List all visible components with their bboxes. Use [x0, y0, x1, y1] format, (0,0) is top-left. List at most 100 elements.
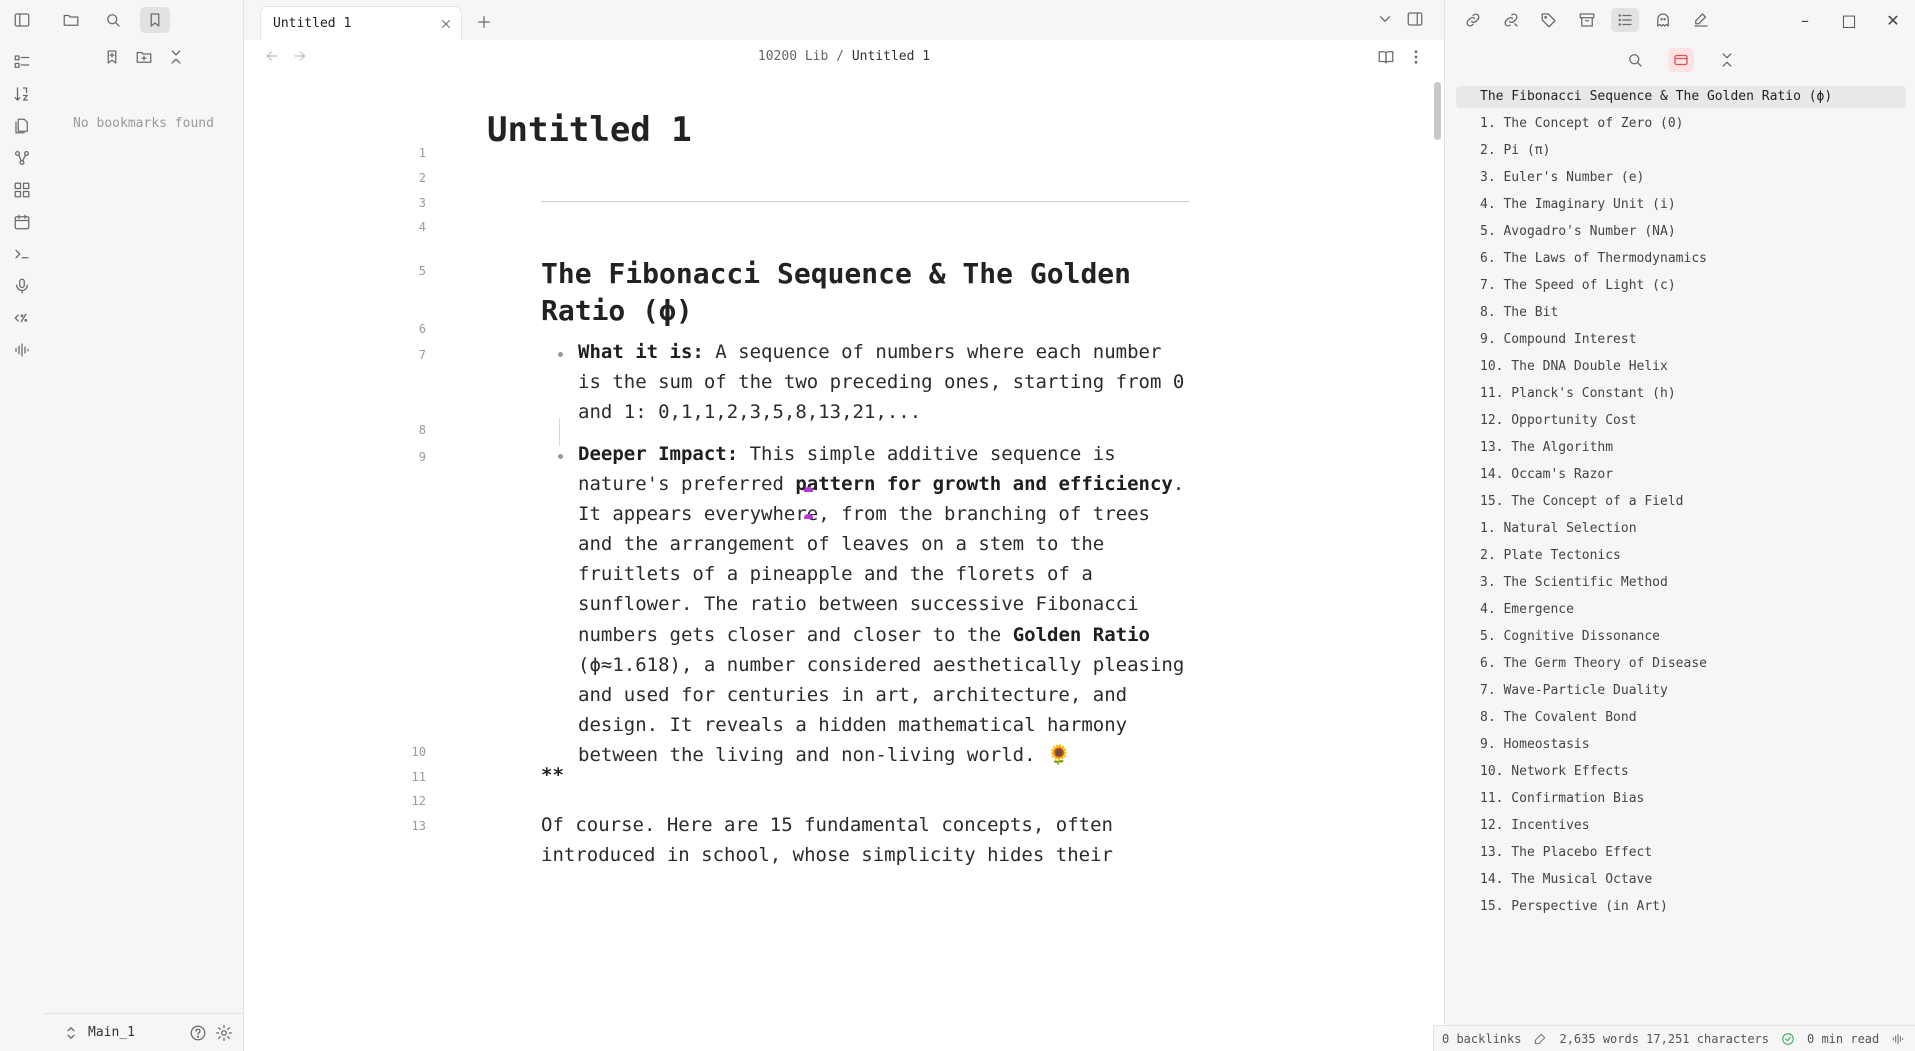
outline-item[interactable]: 10. The DNA Double Helix — [1456, 356, 1906, 383]
close-window-button[interactable]: ✕ — [1871, 0, 1915, 40]
pencil-icon[interactable] — [1533, 1032, 1547, 1046]
outline-item[interactable]: 13. The Placebo Effect — [1456, 842, 1906, 869]
line-number: 7 — [418, 348, 426, 362]
backlinks-count[interactable]: 0 backlinks — [1442, 1032, 1521, 1046]
toggle-left-sidebar-icon[interactable] — [13, 11, 31, 29]
vault-switcher: Main_1 — [44, 1013, 243, 1051]
editor-pane: 10200 Lib / Untitled 1 Untitled 1 1 2 3 … — [244, 40, 1444, 1051]
help-icon[interactable] — [189, 1024, 207, 1042]
new-tab-plus-icon[interactable] — [472, 10, 496, 34]
outline-list: The Fibonacci Sequence & The Golden Rati… — [1456, 86, 1906, 923]
outline-item[interactable]: 9. Compound Interest — [1456, 329, 1906, 356]
outline-item[interactable]: 7. Wave-Particle Duality — [1456, 680, 1906, 707]
sort-numbers-icon[interactable] — [13, 85, 31, 103]
search-icon[interactable] — [98, 7, 128, 33]
outgoing-links-icon[interactable] — [1497, 8, 1525, 32]
maximize-button[interactable]: □ — [1827, 0, 1871, 40]
bullet-paragraph-deeper-impact[interactable]: Deeper Impact: This simple additive sequ… — [578, 439, 1188, 770]
new-folder-icon[interactable] — [135, 48, 153, 66]
close-tab-icon[interactable] — [439, 17, 453, 31]
tab-untitled-1[interactable]: Untitled 1 — [260, 6, 462, 40]
intro-paragraph[interactable]: Of course. Here are 15 fundamental conce… — [541, 810, 1161, 870]
paragraph-text: (ϕ≈1.618), a number considered aesthetic… — [578, 653, 1185, 766]
audio-waveform-icon[interactable] — [1891, 1032, 1905, 1046]
archive-icon[interactable] — [1573, 8, 1601, 32]
folder-icon[interactable] — [56, 7, 86, 33]
tags-icon[interactable] — [1535, 8, 1563, 32]
outline-item[interactable]: 3. Euler's Number (e) — [1456, 167, 1906, 194]
bullet-dot — [558, 352, 563, 357]
outline-view-icon[interactable] — [13, 53, 31, 71]
outline-item[interactable]: 4. The Imaginary Unit (i) — [1456, 194, 1906, 221]
breadcrumb-folder[interactable]: 10200 Lib — [758, 49, 828, 64]
microphone-icon[interactable] — [13, 277, 31, 295]
outline-item[interactable]: 12. Opportunity Cost — [1456, 410, 1906, 437]
breadcrumb-current[interactable]: Untitled 1 — [852, 49, 930, 64]
audio-waveform-icon[interactable] — [13, 341, 31, 359]
outline-item[interactable]: 4. Emergence — [1456, 599, 1906, 626]
files-icon[interactable] — [13, 117, 31, 135]
ghost-icon[interactable] — [1649, 8, 1677, 32]
asterisks-line[interactable]: ** — [541, 764, 564, 786]
outline-item[interactable]: 14. The Musical Octave — [1456, 869, 1906, 896]
link-icon[interactable] — [1459, 8, 1487, 32]
outline-item[interactable]: 8. The Bit — [1456, 302, 1906, 329]
add-bookmark-icon[interactable] — [103, 48, 121, 66]
outline-item[interactable]: 6. The Germ Theory of Disease — [1456, 653, 1906, 680]
section-heading[interactable]: The Fibonacci Sequence & The Golden Rati… — [541, 255, 1151, 329]
horizontal-rule — [541, 201, 1189, 202]
more-vertical-icon[interactable] — [1407, 48, 1425, 66]
outline-item[interactable]: 3. The Scientific Method — [1456, 572, 1906, 599]
outline-heading-item[interactable]: The Fibonacci Sequence & The Golden Rati… — [1456, 86, 1906, 108]
outline-item[interactable]: 11. Confirmation Bias — [1456, 788, 1906, 815]
bookmark-actions — [44, 48, 243, 66]
status-bar: 0 backlinks 2,635 words 17,251 character… — [1433, 1025, 1915, 1051]
tab-title: Untitled 1 — [273, 16, 352, 31]
outline-item[interactable]: 12. Incentives — [1456, 815, 1906, 842]
calendar-icon[interactable] — [13, 213, 31, 231]
outline-item[interactable]: 15. The Concept of a Field — [1456, 491, 1906, 518]
chevron-down-icon[interactable] — [1376, 10, 1394, 28]
line-number: 12 — [411, 794, 426, 808]
outline-item[interactable]: 10. Network Effects — [1456, 761, 1906, 788]
outline-item[interactable]: 11. Planck's Constant (h) — [1456, 383, 1906, 410]
edit-note-icon[interactable] — [1687, 8, 1715, 32]
bookmark-icon[interactable] — [140, 7, 170, 33]
outline-item[interactable]: 15. Perspective (in Art) — [1456, 896, 1906, 923]
page-title[interactable]: Untitled 1 — [487, 110, 692, 150]
outline-item[interactable]: 9. Homeostasis — [1456, 734, 1906, 761]
collapse-all-icon[interactable] — [167, 48, 185, 66]
outline-item[interactable]: 2. Plate Tectonics — [1456, 545, 1906, 572]
outline-item[interactable]: 13. The Algorithm — [1456, 437, 1906, 464]
search-icon[interactable] — [1622, 48, 1648, 72]
book-open-icon[interactable] — [1377, 48, 1395, 66]
minimize-button[interactable]: – — [1783, 0, 1827, 40]
chevron-up-down-icon[interactable] — [62, 1024, 80, 1042]
outline-display-toggle-icon[interactable] — [1667, 48, 1694, 72]
vault-name[interactable]: Main_1 — [88, 1025, 181, 1040]
outline-item[interactable]: 5. Avogadro's Number (NA) — [1456, 221, 1906, 248]
settings-gear-icon[interactable] — [215, 1024, 233, 1042]
templater-icon[interactable] — [13, 309, 31, 327]
outline-item[interactable]: 5. Cognitive Dissonance — [1456, 626, 1906, 653]
cursor-marker-icon — [804, 487, 813, 492]
right-sidebar-tabs — [1459, 8, 1715, 32]
outline-item[interactable]: 7. The Speed of Light (c) — [1456, 275, 1906, 302]
paragraph-text: . It appears everywhere, from the branch… — [578, 473, 1185, 646]
graph-view-icon[interactable] — [13, 149, 31, 167]
outline-item[interactable]: 1. The Concept of Zero (0) — [1456, 113, 1906, 140]
outline-item[interactable]: 2. Pi (π) — [1456, 140, 1906, 167]
bullet-paragraph-what-it-is[interactable]: What it is: A sequence of numbers where … — [578, 337, 1188, 427]
outline-item[interactable]: 6. The Laws of Thermodynamics — [1456, 248, 1906, 275]
terminal-icon[interactable] — [13, 245, 31, 263]
toggle-right-sidebar-icon[interactable] — [1406, 10, 1424, 28]
collapse-all-icon[interactable] — [1714, 48, 1740, 72]
outline-list-icon[interactable] — [1611, 8, 1639, 32]
window-controls: – □ ✕ — [1783, 0, 1915, 40]
canvas-icon[interactable] — [13, 181, 31, 199]
editor-scrollbar[interactable] — [1434, 82, 1441, 140]
outline-item[interactable]: 1. Natural Selection — [1456, 518, 1906, 545]
outline-item[interactable]: 14. Occam's Razor — [1456, 464, 1906, 491]
bold-label: What it is: — [578, 341, 704, 363]
outline-item[interactable]: 8. The Covalent Bond — [1456, 707, 1906, 734]
